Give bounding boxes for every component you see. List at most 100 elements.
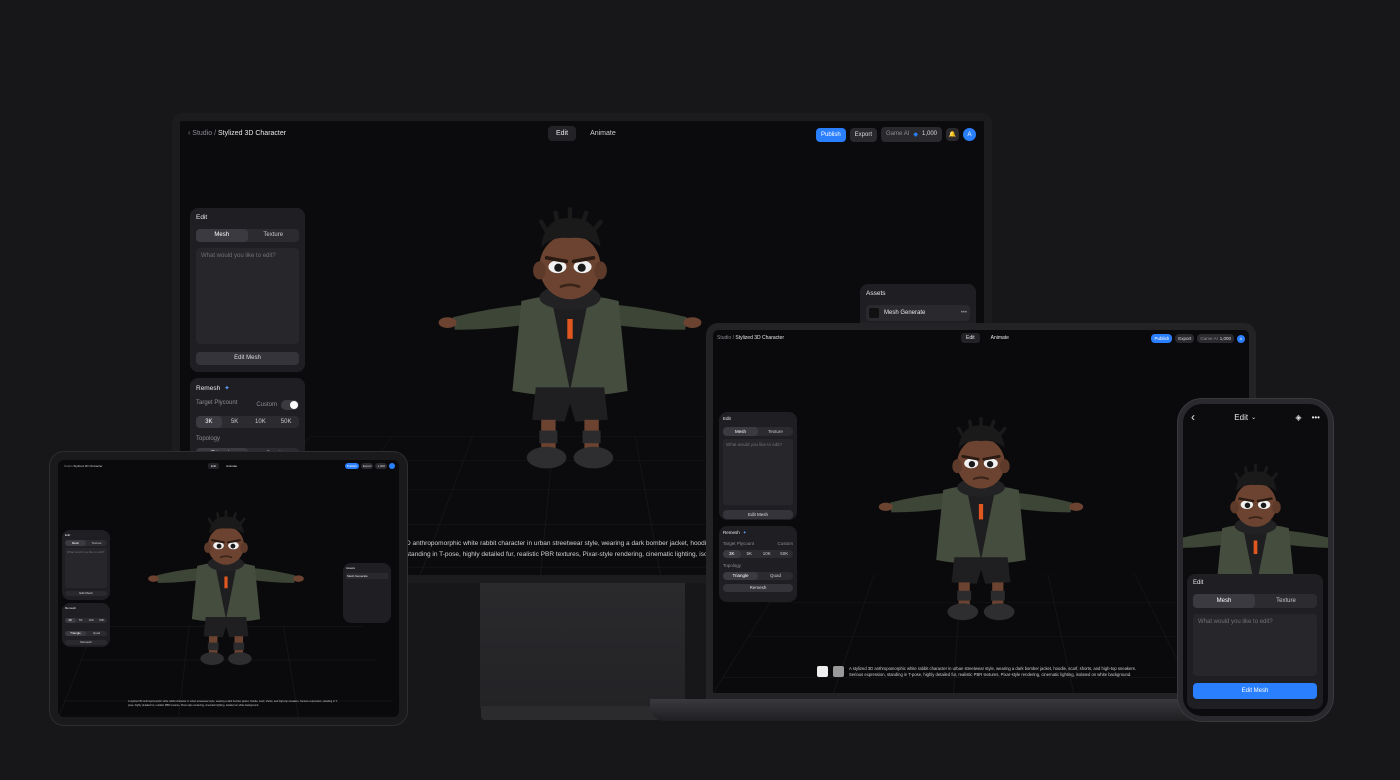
edit-mode-toggle: Mesh Texture: [723, 427, 793, 436]
edit-prompt-input[interactable]: What would you like to edit?: [65, 548, 107, 588]
publish-button[interactable]: Publish: [1151, 334, 1173, 343]
edit-panel-title: Edit: [723, 416, 731, 421]
breadcrumb[interactable]: Studio / Stylized 3D Character: [717, 335, 784, 341]
breadcrumb-root[interactable]: Studio: [192, 130, 212, 137]
export-button[interactable]: Export: [1175, 334, 1195, 343]
export-button[interactable]: Export: [360, 463, 374, 469]
tab-texture[interactable]: Texture: [248, 229, 300, 242]
toolbar-right: Publish Export Game AI ◆ 1,000 🔔 A: [815, 127, 976, 142]
edit-mesh-button[interactable]: Edit Mesh: [65, 591, 107, 596]
tab-mesh[interactable]: Mesh: [196, 229, 248, 242]
tab-texture[interactable]: Texture: [758, 427, 793, 436]
edit-mesh-button[interactable]: Edit Mesh: [196, 352, 299, 365]
avatar[interactable]: A: [1237, 334, 1245, 343]
remesh-button[interactable]: Remesh: [723, 584, 793, 592]
plycount-50k[interactable]: 50K: [776, 550, 794, 558]
character-model[interactable]: [435, 201, 705, 491]
remesh-panel: Remesh ✦ Target Plycount Custom 3K 5K 10…: [719, 526, 797, 602]
edit-prompt-input[interactable]: What would you like to edit?: [1193, 614, 1317, 676]
topology-quad[interactable]: Quad: [758, 572, 793, 580]
breadcrumb-separator: /: [214, 130, 217, 137]
plycount-50k[interactable]: 50K: [273, 416, 299, 428]
tab-texture[interactable]: Texture: [1255, 594, 1317, 608]
tab-animate[interactable]: Animate: [223, 463, 240, 469]
tab-mesh[interactable]: Mesh: [1193, 594, 1255, 608]
mode-label[interactable]: Edit: [1234, 413, 1248, 422]
back-chevron-icon[interactable]: ‹: [188, 130, 190, 137]
edit-mode-toggle: Mesh Texture: [1193, 594, 1317, 608]
plycount-5k[interactable]: 5K: [741, 550, 759, 558]
mode-tabs: Edit Animate: [208, 463, 240, 469]
plycount-5k[interactable]: 5K: [222, 416, 248, 428]
topology-quad[interactable]: Quad: [86, 631, 107, 636]
breadcrumb[interactable]: ‹ Studio / Stylized 3D Character: [188, 130, 286, 137]
edit-prompt-input[interactable]: What would you like to edit?: [196, 248, 299, 344]
publish-button[interactable]: Publish: [815, 127, 846, 142]
reference-thumbnail-1[interactable]: [817, 666, 828, 677]
asset-item-label: Mesh Generate: [884, 310, 926, 316]
toolbar-right: Publish Export Game AI 1,000 A: [1151, 334, 1245, 343]
topology-options: Triangle Quad: [723, 572, 793, 580]
plycount-10k[interactable]: 10K: [758, 550, 776, 558]
plycount-10k[interactable]: 10K: [248, 416, 274, 428]
custom-toggle[interactable]: [281, 400, 299, 410]
credits-display[interactable]: Game AI 1,000: [1197, 334, 1234, 343]
topology-triangle[interactable]: Triangle: [723, 572, 758, 580]
tab-edit[interactable]: Edit: [961, 333, 980, 343]
laptop-screen: Studio / Stylized 3D Character Edit Anim…: [706, 323, 1256, 700]
tab-mesh[interactable]: Mesh: [723, 427, 758, 436]
remesh-panel: Remesh 3K 5K 10K 50K Triangle Quad Remes…: [62, 603, 110, 647]
target-plycount-label: Target Plycount: [723, 541, 755, 546]
breadcrumb-root[interactable]: Studio: [64, 464, 73, 468]
more-icon[interactable]: •••: [961, 310, 967, 316]
plycount-10k[interactable]: 10K: [86, 618, 97, 623]
page-title: Stylized 3D Character: [218, 130, 287, 137]
publish-button[interactable]: Publish: [344, 463, 359, 469]
back-chevron-icon[interactable]: ‹: [1191, 410, 1195, 424]
game-ai-label: Game AI: [1200, 336, 1218, 341]
topology-triangle[interactable]: Triangle: [65, 631, 86, 636]
tab-edit[interactable]: Edit: [208, 463, 220, 469]
character-model[interactable]: [146, 500, 306, 685]
prompt-text: A stylized 3D anthropomorphic white rabb…: [849, 666, 1136, 677]
export-button[interactable]: Export: [849, 127, 878, 142]
credits-display[interactable]: 1,000: [375, 463, 387, 469]
bell-icon[interactable]: 🔔: [946, 128, 959, 141]
monitor-stand: [480, 583, 685, 708]
edit-panel-title: Edit: [196, 214, 208, 221]
tablet-screen: Studio Stylized 3D Character Edit Animat…: [50, 452, 407, 725]
assets-title: Assets: [866, 290, 886, 297]
character-model[interactable]: [876, 410, 1086, 640]
credits-display[interactable]: Game AI ◆ 1,000: [881, 127, 942, 142]
tab-animate[interactable]: Animate: [986, 333, 1014, 343]
breadcrumb-root[interactable]: Studio: [717, 335, 731, 341]
plycount-5k[interactable]: 5K: [76, 618, 87, 623]
layers-icon[interactable]: ◈: [1295, 413, 1301, 422]
assets-title: Assets: [346, 566, 356, 570]
prompt-bar: A stylized 3D anthropomorphic white rabb…: [817, 666, 1149, 678]
breadcrumb-separator: /: [732, 335, 734, 341]
edit-prompt-input[interactable]: What would you like to edit?: [723, 439, 793, 505]
game-ai-label: Game AI: [886, 131, 910, 137]
more-icon[interactable]: •••: [1312, 413, 1320, 422]
tab-mesh[interactable]: Mesh: [65, 540, 86, 546]
plycount-3k[interactable]: 3K: [723, 550, 741, 558]
asset-item[interactable]: Mesh Generate: [346, 573, 388, 579]
edit-mesh-button[interactable]: Edit Mesh: [1193, 683, 1317, 699]
plycount-3k[interactable]: 3K: [65, 618, 76, 623]
plycount-50k[interactable]: 50K: [97, 618, 108, 623]
chevron-down-icon[interactable]: ⌄: [1251, 414, 1256, 421]
remesh-button[interactable]: Remesh: [65, 640, 107, 645]
tab-texture[interactable]: Texture: [86, 540, 107, 546]
avatar[interactable]: [389, 463, 395, 469]
tab-animate[interactable]: Animate: [582, 126, 624, 141]
edit-panel-title: Edit: [1193, 580, 1204, 586]
reference-thumbnail-2[interactable]: [833, 666, 844, 677]
plycount-3k[interactable]: 3K: [196, 416, 222, 428]
avatar[interactable]: A: [963, 128, 976, 141]
asset-item[interactable]: Mesh Generate •••: [866, 305, 970, 321]
plycount-options: 3K 5K 10K 50K: [65, 618, 107, 623]
edit-mesh-button[interactable]: Edit Mesh: [723, 510, 793, 519]
tab-edit[interactable]: Edit: [548, 126, 577, 141]
breadcrumb[interactable]: Studio Stylized 3D Character: [64, 464, 103, 468]
